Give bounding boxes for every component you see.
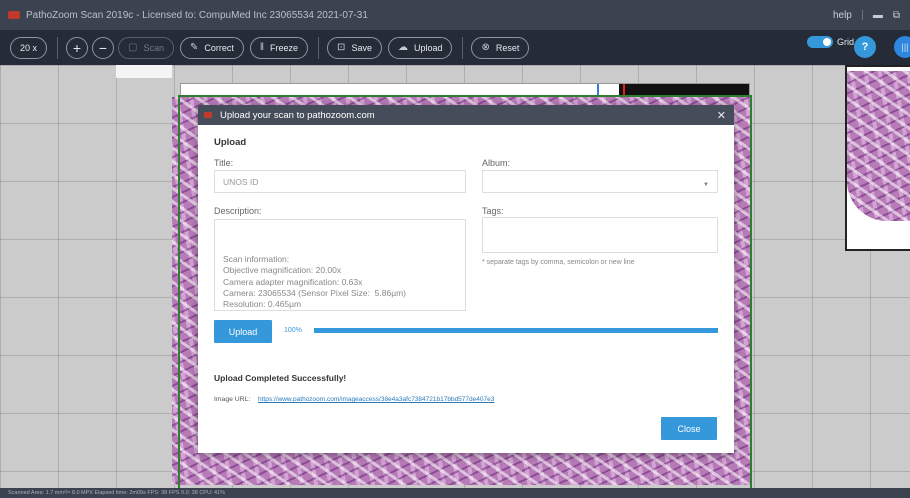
help-link[interactable]: help <box>833 10 852 21</box>
title-label: Title: <box>214 158 234 168</box>
scan-icon: ▢ <box>128 42 138 53</box>
save-label: Save <box>351 42 372 53</box>
minimap-tissue <box>847 71 910 221</box>
upload-button[interactable]: Upload <box>214 320 272 343</box>
minimap[interactable] <box>845 65 910 251</box>
info-icon: ||| <box>901 42 909 52</box>
section-title: Upload <box>214 137 247 148</box>
title-placeholder: UNOS ID <box>223 176 259 187</box>
tags-hint: * separate tags by comma, semicolon or n… <box>482 259 635 266</box>
dialog-title: Upload your scan to pathozoom.com <box>220 109 375 121</box>
scan-tile <box>116 65 172 78</box>
freeze-label: Freeze <box>270 42 299 53</box>
zoom-level-label: 20 x <box>20 42 38 53</box>
upload-button-label: Upload <box>228 326 258 337</box>
close-button-label: Close <box>677 423 701 434</box>
main-toolbar: 20 x + − ▢ Scan ✎ Correct ‖ Freeze ⊡ Sav… <box>0 30 910 65</box>
pause-icon: ‖ <box>259 42 265 53</box>
app-logo-icon <box>204 112 212 118</box>
window-controls: help ▬ ⧉ <box>833 0 900 30</box>
close-icon[interactable]: ✕ <box>717 109 726 122</box>
divider <box>318 36 320 59</box>
album-select[interactable]: ▼ <box>482 170 718 193</box>
progress-fill <box>314 328 718 333</box>
zoom-level-button[interactable]: 20 x <box>10 36 48 59</box>
help-button[interactable]: ? <box>854 36 876 58</box>
close-button[interactable]: Close <box>661 417 717 440</box>
progress-percent: 100% <box>284 327 302 334</box>
info-button[interactable]: ||| <box>894 36 910 58</box>
minus-icon: − <box>98 39 108 56</box>
progress-bar <box>314 328 718 333</box>
tags-label: Tags: <box>482 206 504 216</box>
upload-dialog: Upload your scan to pathozoom.com ✕ Uplo… <box>198 105 734 453</box>
tags-input[interactable] <box>482 217 718 253</box>
reset-icon: ⊗ <box>481 42 490 53</box>
image-url-label: Image URL: <box>214 396 251 403</box>
app-logo-icon <box>8 11 20 19</box>
plus-icon: + <box>72 39 82 56</box>
chevron-down-icon: ▼ <box>703 182 709 188</box>
divider <box>462 36 464 59</box>
reset-label: Reset <box>495 42 520 53</box>
title-input[interactable]: UNOS ID <box>214 170 466 193</box>
description-label: Description: <box>214 206 262 216</box>
reset-button[interactable]: ⊗ Reset <box>471 36 530 59</box>
image-url-link[interactable]: https://www.pathozoom.com/imageaccess/38… <box>258 396 494 403</box>
minimize-icon[interactable]: ▬ <box>873 10 883 21</box>
zoom-out-button[interactable]: − <box>92 36 115 59</box>
dialog-header: Upload your scan to pathozoom.com ✕ <box>198 105 734 125</box>
scan-label: Scan <box>143 42 164 53</box>
status-text: Scanned Area: 1.7 mm²/≈ 8.0 MPX Elapsed … <box>8 490 226 496</box>
save-icon: ⊡ <box>337 42 346 53</box>
correct-label: Correct <box>204 42 234 53</box>
title-bar: PathoZoom Scan 2019c - Licensed to: Comp… <box>0 0 910 30</box>
edit-icon: ✎ <box>189 42 199 53</box>
description-textarea[interactable]: Scan information: Objective magnificatio… <box>214 219 466 311</box>
status-bar: Scanned Area: 1.7 mm²/≈ 8.0 MPX Elapsed … <box>0 488 910 498</box>
divider <box>57 36 59 59</box>
success-message: Upload Completed Successfully! <box>214 373 347 383</box>
scan-button[interactable]: ▢ Scan <box>118 36 174 59</box>
freeze-button[interactable]: ‖ Freeze <box>249 36 309 59</box>
cloud-upload-icon: ☁ <box>397 42 408 53</box>
upload-label: Upload <box>413 42 443 53</box>
zoom-in-button[interactable]: + <box>66 36 89 59</box>
divider <box>861 10 863 20</box>
window-title: PathoZoom Scan 2019c - Licensed to: Comp… <box>26 9 368 21</box>
correct-button[interactable]: ✎ Correct <box>179 36 244 59</box>
album-label: Album: <box>482 158 511 168</box>
grid-label: Grid <box>836 37 854 47</box>
upload-toolbar-button[interactable]: ☁ Upload <box>387 36 453 59</box>
save-button[interactable]: ⊡ Save <box>327 36 382 59</box>
restore-icon[interactable]: ⧉ <box>893 10 900 21</box>
grid-switch[interactable] <box>806 36 833 48</box>
grid-toggle[interactable]: Grid <box>806 36 854 48</box>
help-icon: ? <box>861 41 869 53</box>
